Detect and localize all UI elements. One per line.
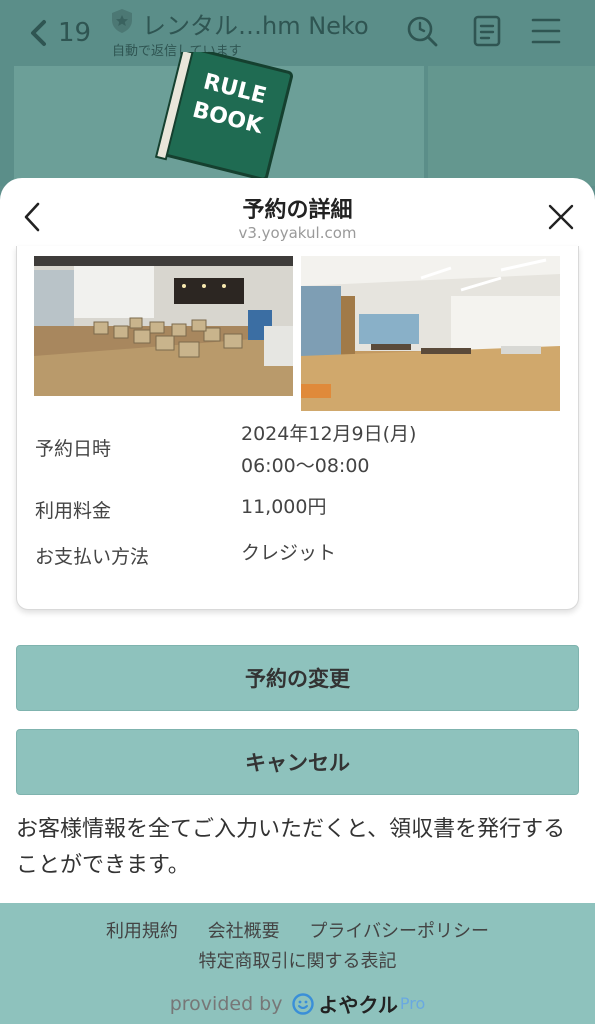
reservation-time: 06:00〜08:00 — [241, 455, 370, 477]
company-link[interactable]: 会社概要 — [208, 921, 280, 942]
chevron-left-icon — [31, 20, 46, 46]
commerce-link[interactable]: 特定商取引に関する表記 — [0, 947, 595, 973]
payment-label: お支払い方法 — [35, 546, 150, 568]
change-reservation-button[interactable]: 予約の変更 — [16, 645, 579, 711]
fee-value: 11,000円 — [241, 496, 327, 518]
venue-photo-open-space — [301, 256, 560, 411]
sheet-url: v3.yoyakul.com — [238, 224, 357, 242]
sheet-header: 予約の詳細 v3.yoyakul.com — [0, 178, 595, 250]
brand-logo[interactable]: よやクル Pro — [292, 989, 425, 1018]
provided-by: provided by よやクル Pro — [0, 989, 595, 1018]
provided-by-text: provided by — [169, 992, 283, 1015]
rule-book-image: RULE BOOK — [154, 52, 294, 180]
back-button[interactable]: 19 — [28, 15, 102, 51]
cancel-button[interactable]: キャンセル — [16, 729, 579, 795]
chat-title: レンタル…hm Neko — [142, 12, 369, 40]
chat-side-panel — [428, 66, 595, 186]
notes-icon[interactable] — [470, 14, 504, 48]
reservation-card: 予約日時 2024年12月9日(月) 06:00〜08:00 利用料金 11,0… — [16, 246, 579, 610]
app-header: 19 レンタル…hm Neko 自動で返信しています — [0, 0, 595, 66]
reservation-detail-sheet: 予約の詳細 v3.yoyakul.com 予約日時 2024年12月9日(月) … — [0, 178, 595, 1024]
payment-value: クレジット — [241, 542, 337, 564]
shield-icon — [112, 9, 132, 33]
search-icon[interactable] — [405, 14, 439, 48]
fee-label: 利用料金 — [35, 500, 112, 522]
brand-name: よやクル — [318, 993, 398, 1017]
datetime-label: 予約日時 — [35, 438, 112, 460]
menu-icon[interactable] — [529, 14, 563, 48]
brand-suffix: Pro — [399, 994, 426, 1013]
venue-photo-seating — [34, 256, 293, 396]
close-icon[interactable] — [546, 202, 576, 232]
reservation-date: 2024年12月9日(月) — [241, 423, 417, 445]
footer-links: 利用規約 会社概要 プライバシーポリシー — [0, 917, 595, 943]
privacy-link[interactable]: プライバシーポリシー — [309, 921, 489, 942]
receipt-note: お客様情報を全てご入力いただくと、領収書を発行することができます。 — [16, 817, 566, 878]
smile-icon — [292, 992, 315, 1015]
unread-count: 19 — [58, 18, 92, 48]
terms-link[interactable]: 利用規約 — [106, 921, 178, 942]
sheet-title: 予約の詳細 — [242, 198, 353, 223]
footer: 利用規約 会社概要 プライバシーポリシー 特定商取引に関する表記 provide… — [0, 903, 595, 1024]
